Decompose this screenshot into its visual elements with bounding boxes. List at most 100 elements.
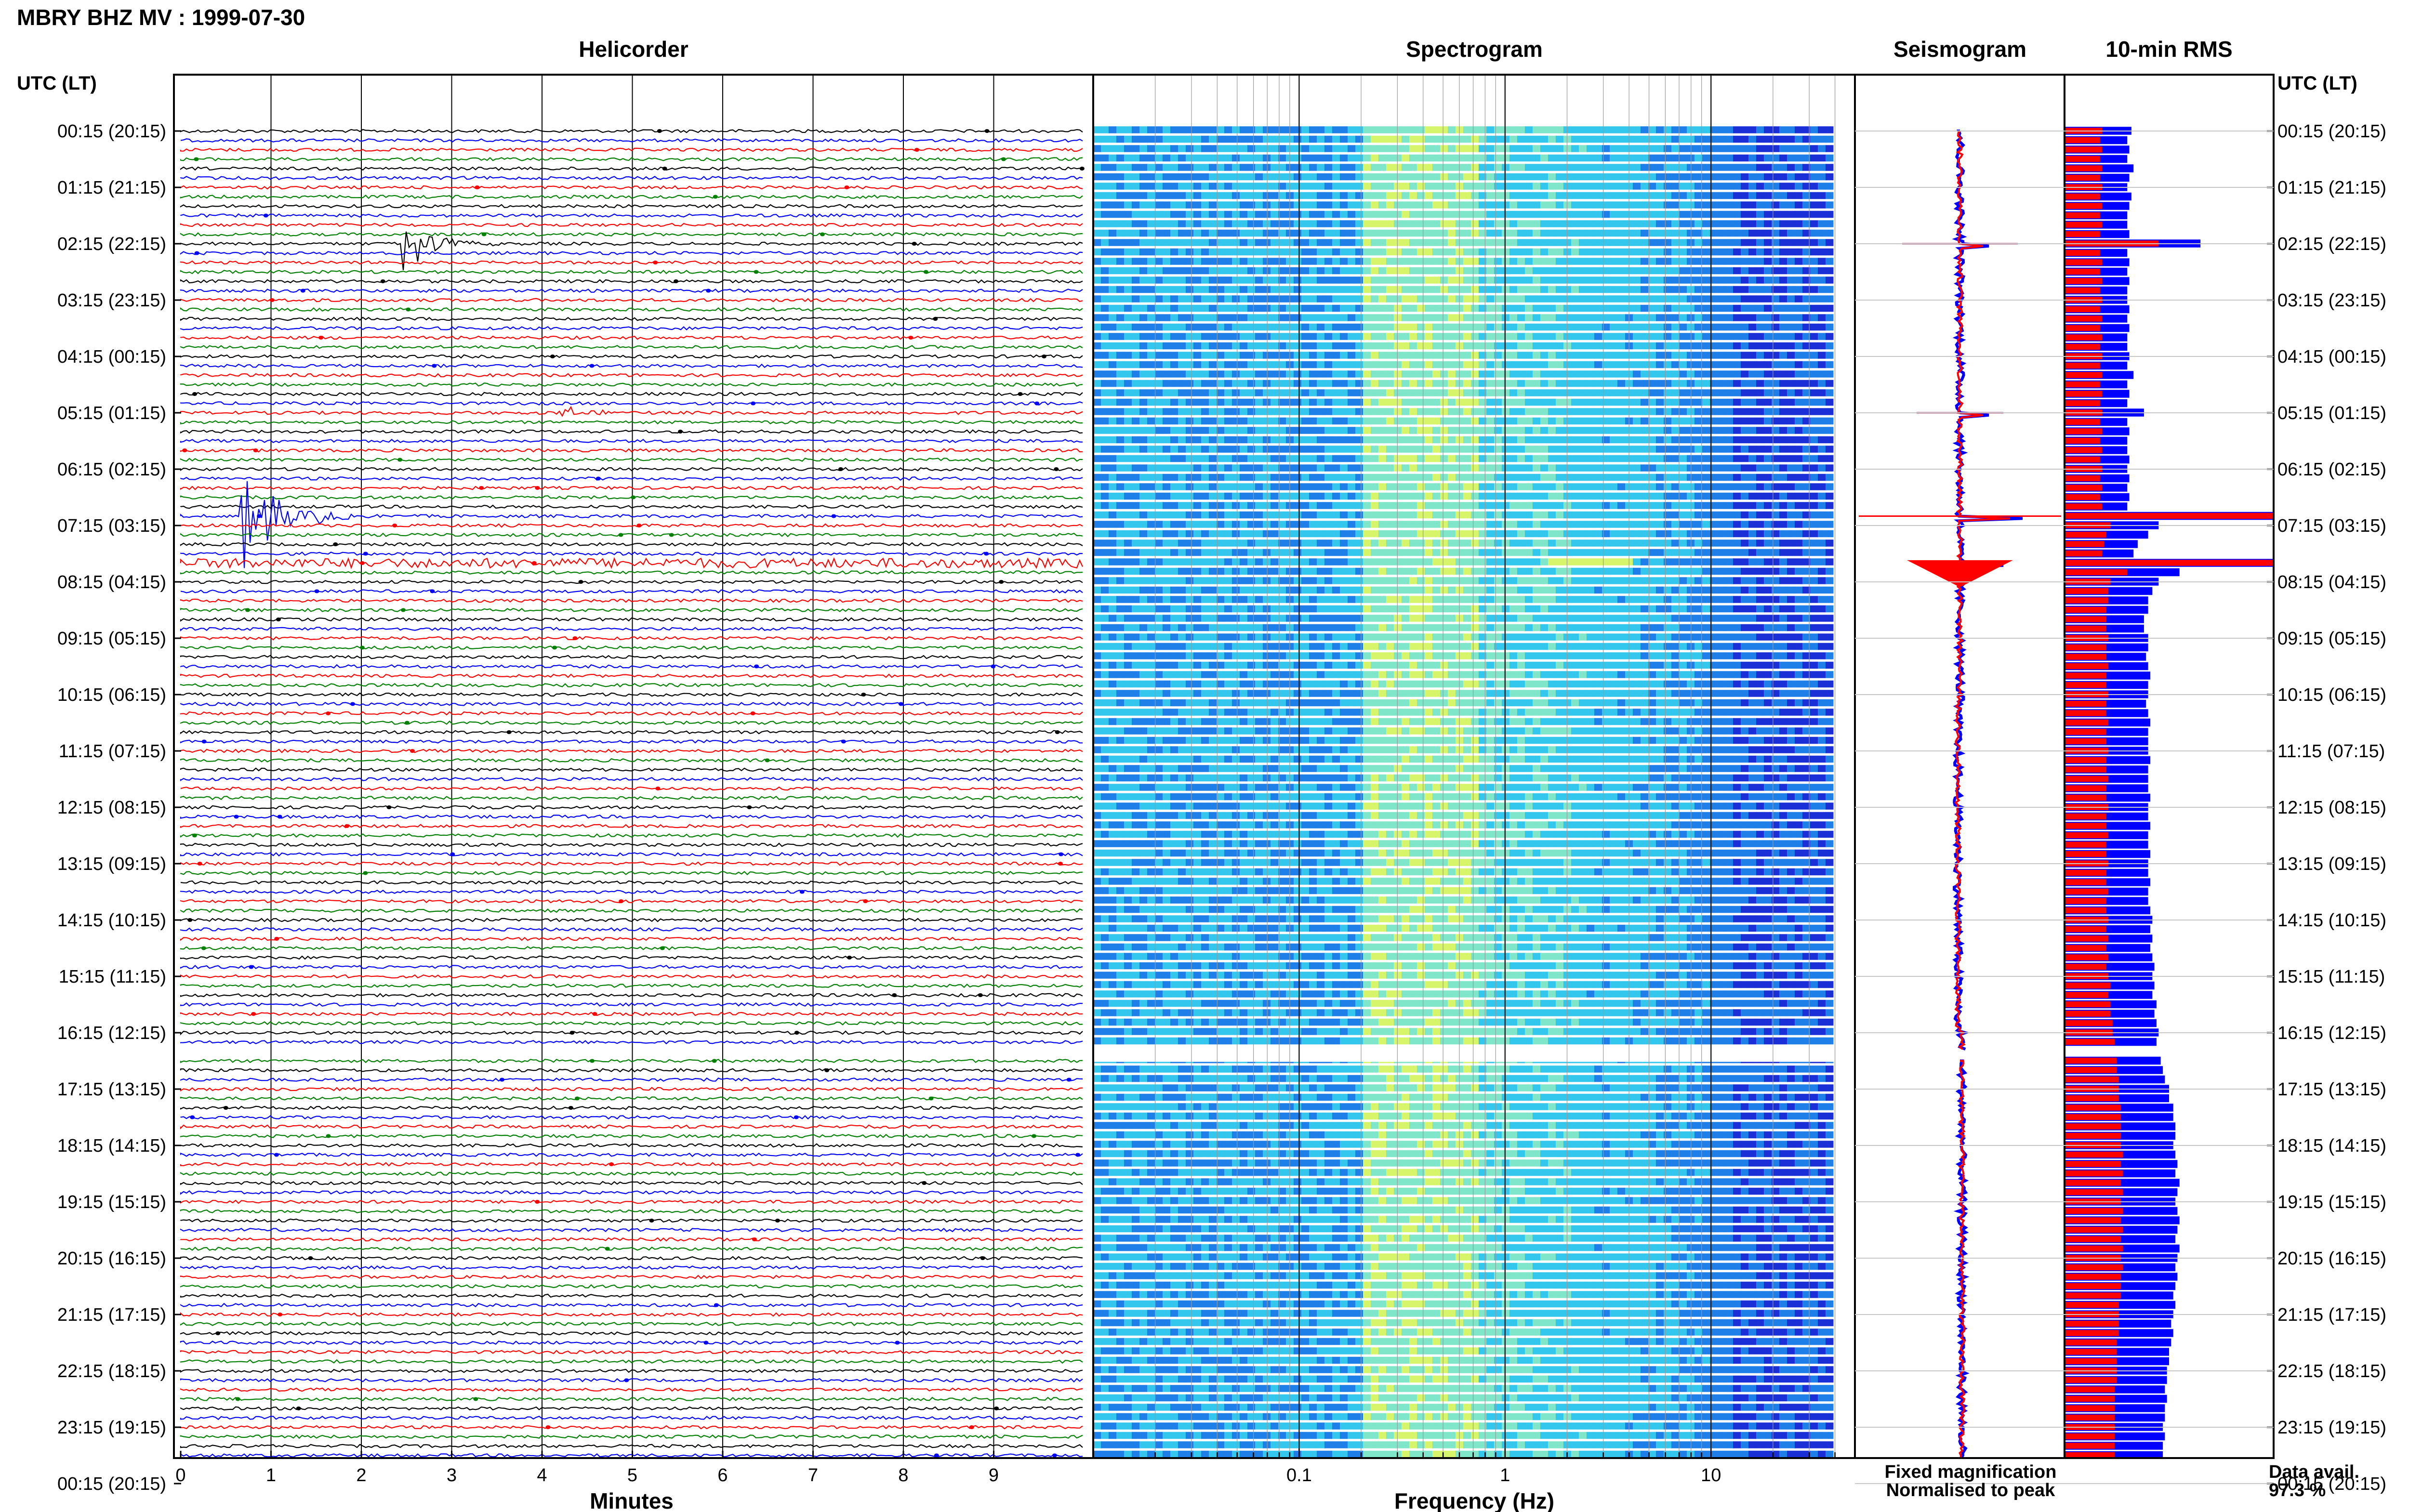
spectrogram-cell <box>1587 286 1595 293</box>
spectrogram-cell <box>1340 577 1348 584</box>
spectrogram-cell <box>1170 248 1178 256</box>
spectrogram-cell <box>1587 389 1595 396</box>
spectrogram-cell <box>1779 521 1787 528</box>
spectrogram-cell <box>1664 164 1672 171</box>
spectrogram-cell <box>1247 210 1256 218</box>
spectrogram-cell <box>1247 352 1256 359</box>
spectrogram-cell <box>1494 314 1502 321</box>
spectrogram-cell <box>1209 549 1217 556</box>
spectrogram-cell <box>1425 380 1433 387</box>
spectrogram-cell <box>1764 464 1772 472</box>
spectrogram-cell <box>1163 192 1171 199</box>
spectrogram-cell <box>1201 539 1209 547</box>
spectrogram-cell <box>1741 333 1749 340</box>
spectrogram-cell <box>1533 220 1541 227</box>
spectrogram-cell <box>1826 201 1834 209</box>
spectrogram-cell <box>1425 389 1433 396</box>
spectrogram-cell <box>1170 342 1178 350</box>
spectrogram-cell <box>1679 398 1687 406</box>
spectrogram-cell <box>1594 483 1602 490</box>
spectrogram-cell <box>1471 333 1479 340</box>
spectrogram-cell <box>1263 464 1271 472</box>
spectrogram-cell <box>1394 342 1402 350</box>
spectrogram-cell <box>1355 567 1363 575</box>
spectrogram-cell <box>1494 192 1502 199</box>
spectrogram-cell <box>1741 210 1749 218</box>
spectrogram-cell <box>1795 389 1803 396</box>
spectrogram-cell <box>1247 220 1256 227</box>
spectrogram-cell <box>1810 352 1818 359</box>
spectrogram-cell <box>1579 154 1587 162</box>
spectrogram-cell <box>1209 126 1217 133</box>
helicorder-blip <box>605 1247 610 1251</box>
spectrogram-cell <box>1648 380 1656 387</box>
spectrogram-cell <box>1764 455 1772 462</box>
spectrogram-cell <box>1263 323 1271 331</box>
spectrogram-cell <box>1795 267 1803 275</box>
spectrogram-cell <box>1617 502 1626 509</box>
spectrogram-cell <box>1432 220 1441 227</box>
spectrogram-cell <box>1764 511 1772 519</box>
spectrogram-cell <box>1332 135 1340 143</box>
spectrogram-cell <box>1301 342 1310 350</box>
spectrogram-cell <box>1540 220 1549 227</box>
spectrogram-cell <box>1209 192 1217 199</box>
spectrogram-cell <box>1155 183 1163 190</box>
spectrogram-cell <box>1810 323 1818 331</box>
spectrogram-cell <box>1702 145 1710 152</box>
spectrogram-cell <box>1363 473 1371 481</box>
spectrogram-cell <box>1209 567 1217 575</box>
spectrogram-cell <box>1348 173 1356 181</box>
helicorder-blip <box>678 430 683 434</box>
spectrogram-cell <box>1186 295 1194 302</box>
spectrogram-cell <box>1525 323 1533 331</box>
spectrogram-cell <box>1440 342 1448 350</box>
spectrogram-cell <box>1795 229 1803 237</box>
helicorder-blip <box>475 185 480 189</box>
spectrogram-cell <box>1610 201 1618 209</box>
spectrogram-cell <box>1656 577 1664 584</box>
spectrogram-cell <box>1425 229 1433 237</box>
spectrogram-cell <box>1633 567 1641 575</box>
spectrogram-cell <box>1594 577 1602 584</box>
spectrogram-cell <box>1355 333 1363 340</box>
spectrogram-cell <box>1093 183 1101 190</box>
spectrogram-cell <box>1271 126 1279 133</box>
spectrogram-cell <box>1209 389 1217 396</box>
spectrogram-cell <box>1741 417 1749 425</box>
spectrogram-cell <box>1163 295 1171 302</box>
spectrogram-cell <box>1641 248 1649 256</box>
spectrogram-cell <box>1764 276 1772 284</box>
spectrogram-cell <box>1394 464 1402 472</box>
spectrogram-cell <box>1448 173 1456 181</box>
helicorder-blip <box>392 524 397 527</box>
spectrogram-cell <box>1587 567 1595 575</box>
spectrogram-cell <box>1348 295 1356 302</box>
spectrogram-cell <box>1741 380 1749 387</box>
spectrogram-cell <box>1463 295 1471 302</box>
spectrogram-cell <box>1417 370 1425 378</box>
spectrogram-cell <box>1779 464 1787 472</box>
spectrogram-cell <box>1193 286 1202 293</box>
spectrogram-cell <box>1101 455 1109 462</box>
spectrogram-cell <box>1656 192 1664 199</box>
spectrogram-cell <box>1378 530 1387 538</box>
spectrogram-cell <box>1178 436 1186 444</box>
spectrogram-cell <box>1170 229 1178 237</box>
helicorder-blip <box>1042 355 1047 358</box>
spectrogram-cell <box>1178 258 1186 265</box>
spectrogram-cell <box>1486 530 1495 538</box>
spectrogram-cell <box>1502 567 1510 575</box>
spectrogram-cell <box>1355 314 1363 321</box>
spectrogram-cell <box>1371 173 1379 181</box>
spectrogram-cell <box>1579 145 1587 152</box>
spectrogram-cell <box>1417 455 1425 462</box>
spectrogram-cell <box>1132 539 1140 547</box>
spectrogram-cell <box>1317 361 1325 368</box>
spectrogram-cell <box>1741 408 1749 415</box>
spectrogram-cell <box>1471 455 1479 462</box>
spectrogram-cell <box>1217 455 1225 462</box>
spectrogram-cell <box>1486 248 1495 256</box>
helicorder-trace <box>180 250 1083 255</box>
spectrogram-cell <box>1178 370 1186 378</box>
